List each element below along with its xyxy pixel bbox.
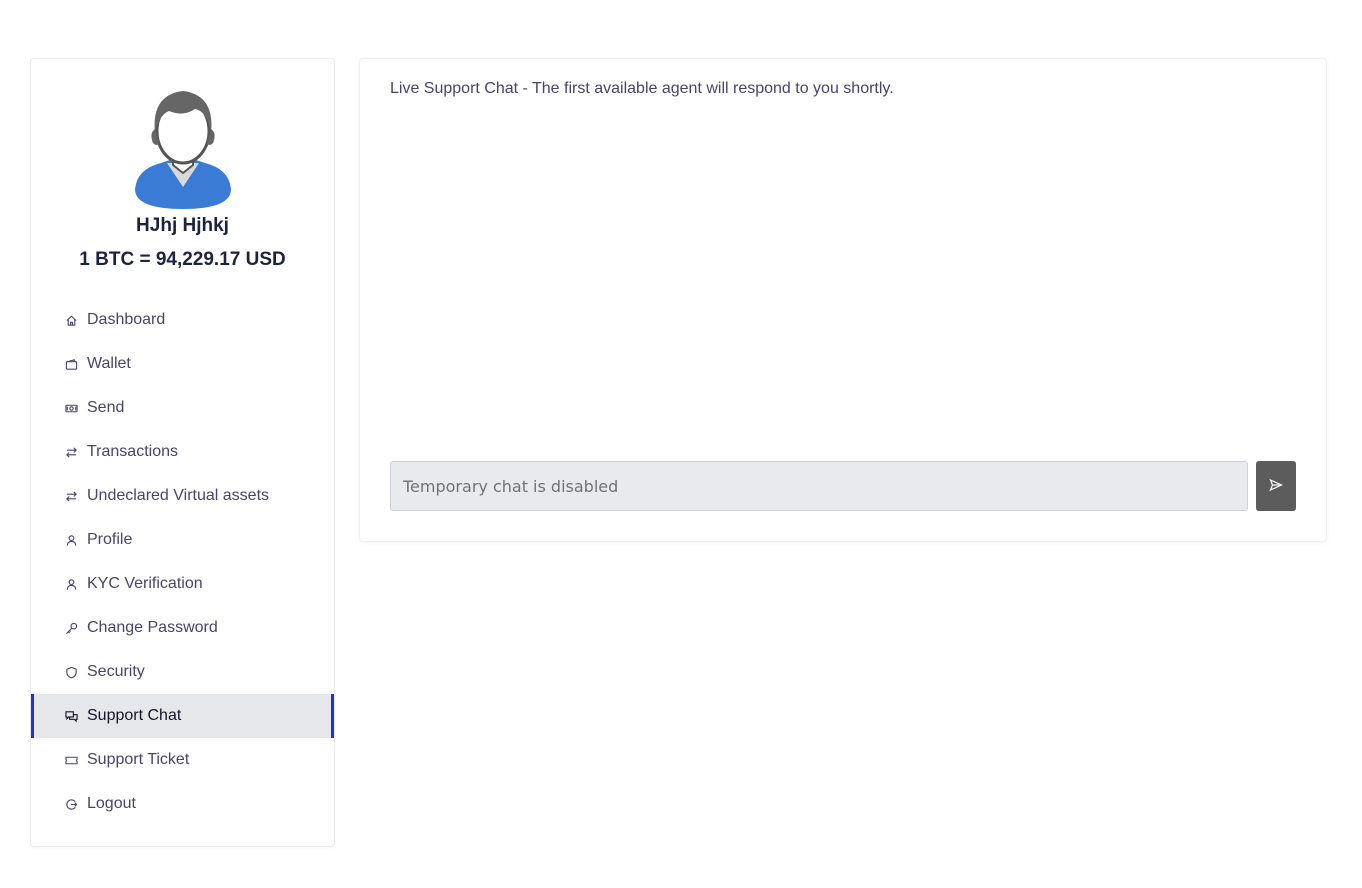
sidebar-item-label: Support Chat bbox=[87, 707, 182, 724]
sidebar: HJhj Hjhkj 1 BTC = 94,229.17 USD Dashboa… bbox=[30, 58, 335, 847]
sidebar-item-label: Logout bbox=[87, 795, 136, 812]
send-button[interactable] bbox=[1256, 461, 1296, 511]
sidebar-item-dashboard[interactable]: Dashboard bbox=[31, 298, 334, 342]
sidebar-item-profile[interactable]: Profile bbox=[31, 518, 334, 562]
avatar bbox=[133, 89, 233, 209]
shield-icon bbox=[64, 665, 78, 679]
chat-header: Live Support Chat - The first available … bbox=[390, 80, 894, 97]
wallet-icon bbox=[64, 357, 78, 371]
sidebar-item-label: Profile bbox=[87, 531, 133, 548]
sidebar-item-transactions[interactable]: Transactions bbox=[31, 430, 334, 474]
sidebar-item-label: KYC Verification bbox=[87, 575, 203, 592]
sidebar-item-send[interactable]: Send bbox=[31, 386, 334, 430]
sidebar-item-label: Dashboard bbox=[87, 311, 166, 328]
user-name: HJhj Hjhkj bbox=[136, 215, 229, 236]
sidebar-item-support-chat[interactable]: Support Chat bbox=[31, 694, 334, 738]
user-avatar-icon bbox=[135, 91, 231, 209]
sidebar-item-label: Change Password bbox=[87, 619, 218, 636]
sidebar-item-logout[interactable]: Logout bbox=[31, 782, 334, 826]
cash-icon bbox=[64, 401, 78, 415]
send-icon bbox=[1269, 478, 1283, 495]
arrows-exchange-icon bbox=[64, 489, 78, 503]
key-icon bbox=[64, 621, 78, 635]
sidebar-item-label: Wallet bbox=[87, 355, 131, 372]
sidebar-item-security[interactable]: Security bbox=[31, 650, 334, 694]
sidebar-nav: Dashboard Wallet Send Transactions Undec… bbox=[31, 298, 334, 826]
chat-messages-area[interactable] bbox=[390, 109, 1296, 449]
sidebar-item-wallet[interactable]: Wallet bbox=[31, 342, 334, 386]
ticket-icon bbox=[64, 753, 78, 767]
user-icon bbox=[64, 533, 78, 547]
sidebar-item-label: Undeclared Virtual assets bbox=[87, 487, 270, 504]
sidebar-item-undeclared-virtual-assets[interactable]: Undeclared Virtual assets bbox=[31, 474, 334, 518]
sidebar-item-label: Support Ticket bbox=[87, 751, 190, 768]
arrows-exchange-icon bbox=[64, 445, 78, 459]
sidebar-item-label: Send bbox=[87, 399, 125, 416]
sidebar-item-label: Security bbox=[87, 663, 145, 680]
support-chat-panel: Live Support Chat - The first available … bbox=[359, 58, 1327, 542]
home-icon bbox=[64, 313, 78, 327]
user-icon bbox=[64, 577, 78, 591]
btc-rate: 1 BTC = 94,229.17 USD bbox=[79, 249, 286, 270]
chat-icon bbox=[64, 709, 78, 723]
logout-icon bbox=[64, 797, 78, 811]
sidebar-item-change-password[interactable]: Change Password bbox=[31, 606, 334, 650]
chat-message-input[interactable] bbox=[390, 461, 1248, 511]
sidebar-item-support-ticket[interactable]: Support Ticket bbox=[31, 738, 334, 782]
sidebar-item-kyc-verification[interactable]: KYC Verification bbox=[31, 562, 334, 606]
sidebar-item-label: Transactions bbox=[87, 443, 178, 460]
